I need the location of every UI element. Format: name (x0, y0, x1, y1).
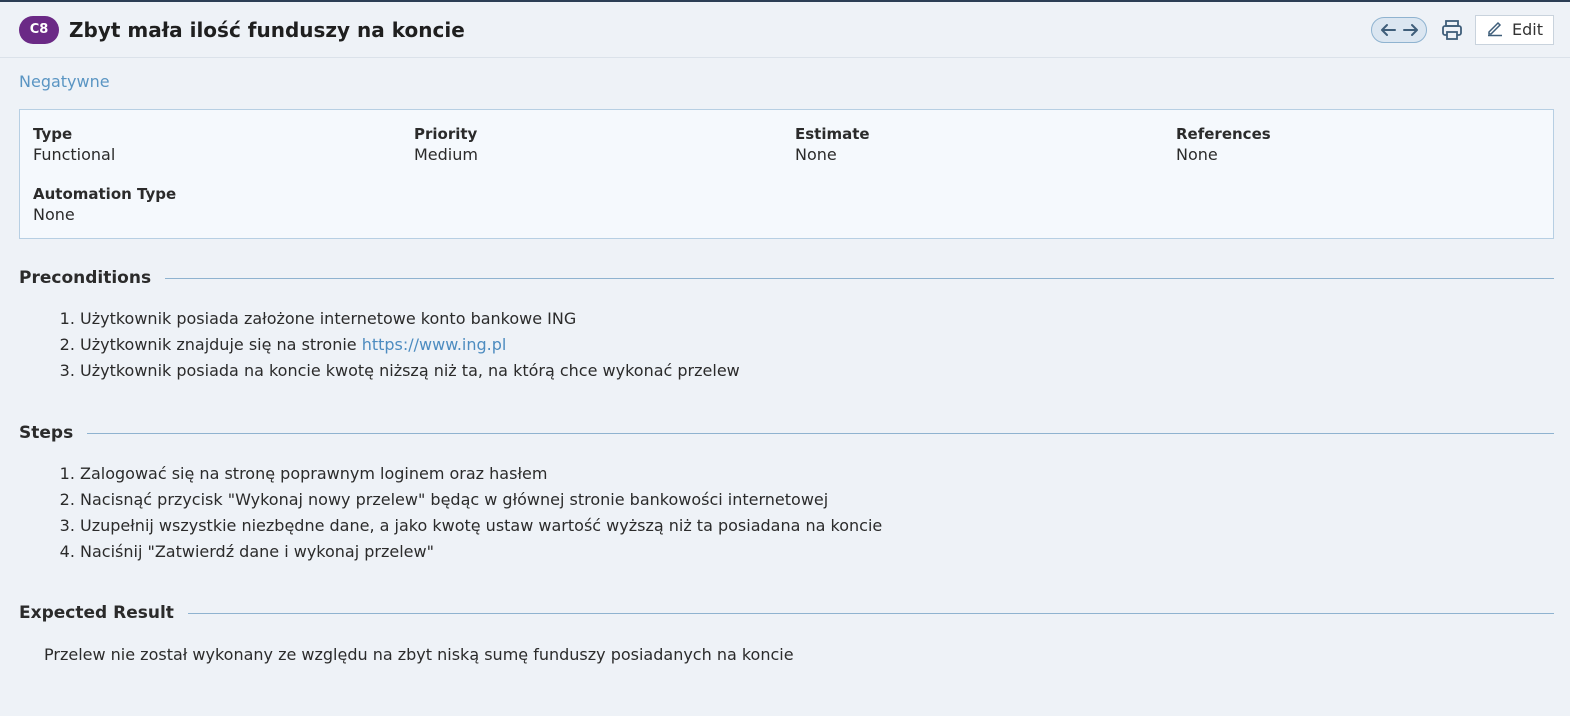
pencil-icon (1486, 19, 1504, 41)
list-item: Użytkownik znajduje się na stronie https… (80, 332, 1554, 358)
prop-value: None (795, 145, 837, 164)
prop-value: Functional (33, 145, 116, 164)
list-item: Nacisnąć przycisk "Wykonaj nowy przelew"… (80, 487, 1554, 513)
prop-references: References None (1176, 124, 1271, 166)
prev-next-nav (1371, 16, 1428, 43)
steps-section: Steps Zalogować się na stronę poprawnym … (19, 423, 1554, 565)
prop-priority: Priority Medium (414, 124, 478, 166)
expected-result-text: Przelew nie został wykonany ze względu n… (44, 645, 794, 664)
section-title: Expected Result (19, 603, 174, 623)
prop-label: Estimate (795, 125, 870, 143)
prop-label: Type (33, 125, 73, 143)
section-title: Steps (19, 423, 74, 443)
properties-panel: Type Functional Priority Medium Estimate… (19, 109, 1554, 239)
expected-result-section: Expected Result Przelew nie został wykon… (19, 603, 1554, 664)
prop-label: References (1176, 125, 1271, 143)
prop-value: None (1176, 145, 1218, 164)
prop-label: Automation Type (33, 185, 177, 203)
section-divider (165, 277, 1554, 279)
edit-button[interactable]: Edit (1475, 14, 1554, 45)
prop-automation-type: Automation Type None (33, 184, 176, 226)
section-title: Preconditions (19, 268, 152, 288)
ing-link[interactable]: https://www.ing.pl (362, 335, 507, 354)
prop-label: Priority (414, 125, 478, 143)
arrow-left-icon[interactable] (1378, 20, 1398, 40)
preconditions-section: Preconditions Użytkownik posiada założon… (19, 268, 1554, 384)
list-item: Uzupełnij wszystkie niezbędne dane, a ja… (80, 513, 1554, 539)
edit-label: Edit (1512, 20, 1543, 39)
section-divider (187, 612, 1554, 614)
prop-value: Medium (414, 145, 478, 164)
prop-estimate: Estimate None (795, 124, 870, 166)
list-item: Naciśnij "Zatwierdź dane i wykonaj przel… (80, 539, 1554, 565)
list-item: Użytkownik posiada założone internetowe … (80, 306, 1554, 332)
prop-value: None (33, 205, 75, 224)
list-item-text: Użytkownik znajduje się na stronie (80, 335, 362, 354)
section-divider (87, 432, 1554, 434)
case-id-badge: C8 (19, 15, 59, 44)
section-link[interactable]: Negatywne (19, 72, 110, 91)
page-title: Zbyt mała ilość funduszy na koncie (69, 17, 465, 42)
list-item: Użytkownik posiada na koncie kwotę niższ… (80, 358, 1554, 384)
prop-type: Type Functional (33, 124, 115, 166)
list-item: Zalogować się na stronę poprawnym logine… (80, 461, 1554, 487)
arrow-right-icon[interactable] (1401, 20, 1421, 40)
printer-icon[interactable] (1439, 17, 1465, 43)
page-header: C8 Zbyt mała ilość funduszy na koncie Ed… (0, 2, 1570, 58)
